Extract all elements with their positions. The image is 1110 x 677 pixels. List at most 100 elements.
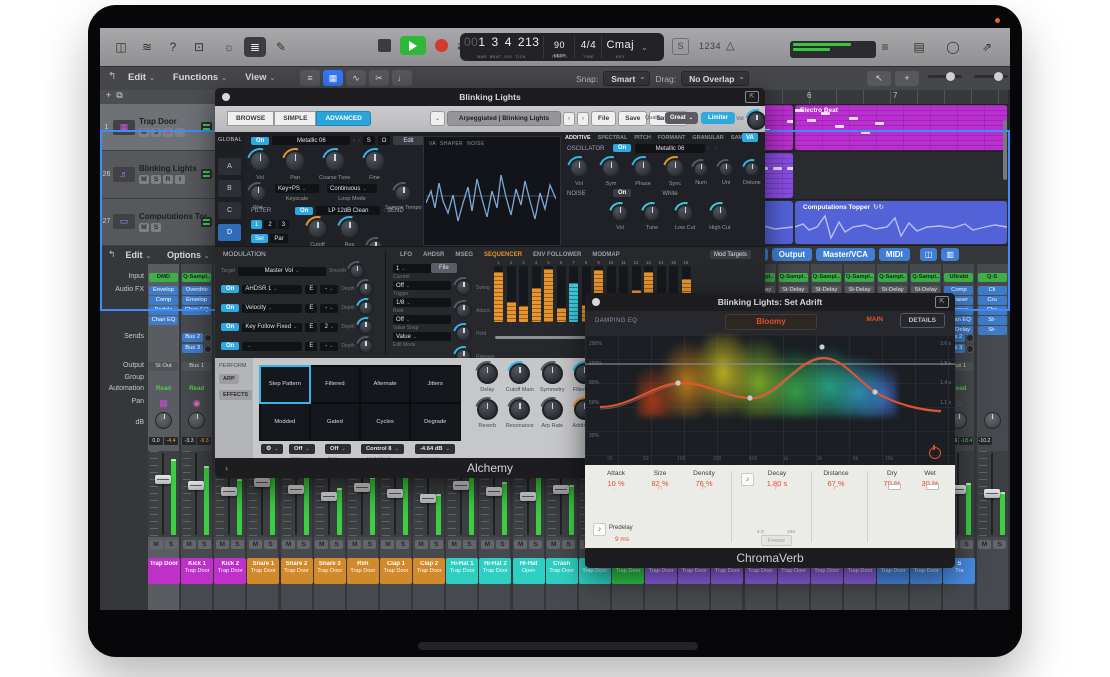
arp-tab[interactable]: ARP [219,374,239,384]
knob[interactable]: Tune [643,204,661,231]
octave-select[interactable]: Off [289,444,315,454]
predelay-value[interactable]: 9 ms [615,536,629,543]
mod-e-button[interactable]: E [305,323,317,332]
add-track-button[interactable]: + [106,90,111,100]
tool-select[interactable]: + [895,71,919,86]
knob[interactable]: Arp Rate [536,399,569,429]
source-c-tab[interactable]: C [218,202,241,219]
track-state-button[interactable]: S [151,223,161,232]
track-state-button[interactable]: R [163,175,173,184]
input-button[interactable]: Q-Sampl.. [878,273,907,282]
drag-select[interactable]: No Overlap [681,71,749,86]
inspector-icon[interactable]: ⊡ [188,37,210,57]
mod-wheel-select[interactable]: Control 8 [361,444,404,454]
next-preset-button[interactable]: › [577,112,589,126]
fader-handle[interactable] [387,489,403,498]
audio-region-computations-2[interactable]: Computations Topper↻↻ [795,201,1007,244]
knob[interactable]: Res [339,218,360,248]
mute-button[interactable]: M [481,540,494,549]
perform-settings-button[interactable]: ⚙ [261,444,283,454]
mute-button[interactable]: M [381,540,394,549]
mixer-tab[interactable]: Master/VCA [816,248,875,261]
va-tab[interactable]: VA [742,133,758,142]
source-a-tab[interactable]: A [218,158,241,175]
limiter-button[interactable]: Limiter [701,112,735,124]
duplicate-track-button[interactable]: ⧉ [116,90,122,100]
channel-name-label[interactable]: Clap 1Trap Door [380,558,412,584]
volume-db[interactable]: 0.0 [149,437,163,445]
menu-item[interactable]: View [245,72,275,83]
link-icon[interactable]: ⇱ [935,296,949,308]
link-icon[interactable]: ⇱ [745,91,759,103]
input-button[interactable]: DMD [149,273,178,282]
room-type-select[interactable]: Bloomy [725,314,817,330]
vertical-zoom-slider[interactable] [928,75,962,78]
source-preset[interactable]: Metallic 06 [272,136,350,145]
va-sub-tab[interactable]: SHAPER [440,141,463,147]
pan-knob[interactable] [155,412,172,429]
lcd-chevron-icon[interactable]: ⌄ [638,43,651,52]
channel-strip[interactable]: DMD EnvelopCompPedalsChan EQ St Out Read… [148,264,179,610]
fader-handle[interactable] [288,485,304,494]
solo-button[interactable]: S [430,540,443,549]
fader-handle[interactable] [553,485,569,494]
hide-editor-icon[interactable]: ↰ [108,71,116,82]
track-state-button[interactable]: S [151,175,161,184]
channel-name-label[interactable]: Kick 2Trap Door [214,558,246,584]
quality-select[interactable]: Great [665,112,698,124]
oscillator-preset[interactable]: Metallic 06 [635,144,705,153]
mod-e-button[interactable]: E [305,304,317,313]
sequencer-step[interactable]: 1 [493,260,504,327]
solo-button[interactable]: S [264,540,277,549]
track-state-button[interactable]: S [151,128,161,137]
knob[interactable]: Resonance [504,399,537,429]
fader-track[interactable] [977,451,1008,537]
mod-targets-button[interactable]: Mod Targets [710,250,751,259]
solo-button[interactable]: S [496,540,509,549]
solo-button[interactable]: S [165,540,178,549]
solo-button[interactable]: S [231,540,244,549]
mod-slot-select[interactable]: - [320,285,338,294]
view-button[interactable]: ♩ [392,70,412,86]
main-tab[interactable]: MAIN [866,316,883,323]
loop-mode-select[interactable]: Continuous [327,184,377,193]
knob[interactable]: Phase [633,158,653,187]
knob[interactable]: Cutoff Main [504,363,537,393]
input-button[interactable]: Q-Sampl.. [845,273,874,282]
collapse-icon[interactable]: › [225,458,228,478]
audio-fx-slot[interactable]: Pedals [149,306,178,315]
solo-button[interactable]: S [562,540,575,549]
volume-knob[interactable] [747,111,765,130]
snapshot-pad[interactable]: Jitters [411,367,460,403]
track-state-button[interactable]: R [163,128,173,137]
track-header[interactable]: 27 ▭ Computations Topper MS [100,199,215,246]
mixer-menu-item[interactable]: Options [167,250,209,260]
solo-button[interactable]: S [396,540,409,549]
mod-source-select[interactable] [242,342,302,351]
knob[interactable]: High Cut [709,204,730,231]
track-name[interactable]: Computations Topper [139,212,207,221]
next-icon[interactable]: › [358,138,360,144]
audio-fx-slot[interactable]: Chan EQ [182,306,211,315]
seq-rate-select[interactable]: 1/8 [393,298,451,307]
source-d-tab[interactable]: D [218,224,241,241]
sequencer-step[interactable]: 2 [506,260,517,327]
stop-button[interactable] [378,39,391,52]
mute-button[interactable]: M [978,540,991,549]
track-state-button[interactable]: M [139,223,149,232]
va-sub-tab[interactable]: VA [429,141,436,147]
oscillator-on-button[interactable]: On [613,144,631,152]
mod-source-select[interactable]: Key Follow Fixed [242,323,302,332]
view-button[interactable]: ✂ [369,70,389,86]
depth-knob[interactable] [358,281,374,297]
filter-select-button[interactable]: 3 [278,220,289,229]
automation-mode[interactable]: Read [148,385,179,392]
view-button[interactable]: ∿ [346,70,366,86]
depth-knob[interactable] [358,300,374,316]
automation-mode[interactable]: Read [181,385,212,392]
solo-button[interactable]: S [330,540,343,549]
view-button[interactable]: ▦ [323,70,343,86]
seq-snap-select[interactable]: Off [393,315,451,324]
track-state-button[interactable]: I [175,128,185,137]
track-state-button[interactable]: M [139,128,149,137]
